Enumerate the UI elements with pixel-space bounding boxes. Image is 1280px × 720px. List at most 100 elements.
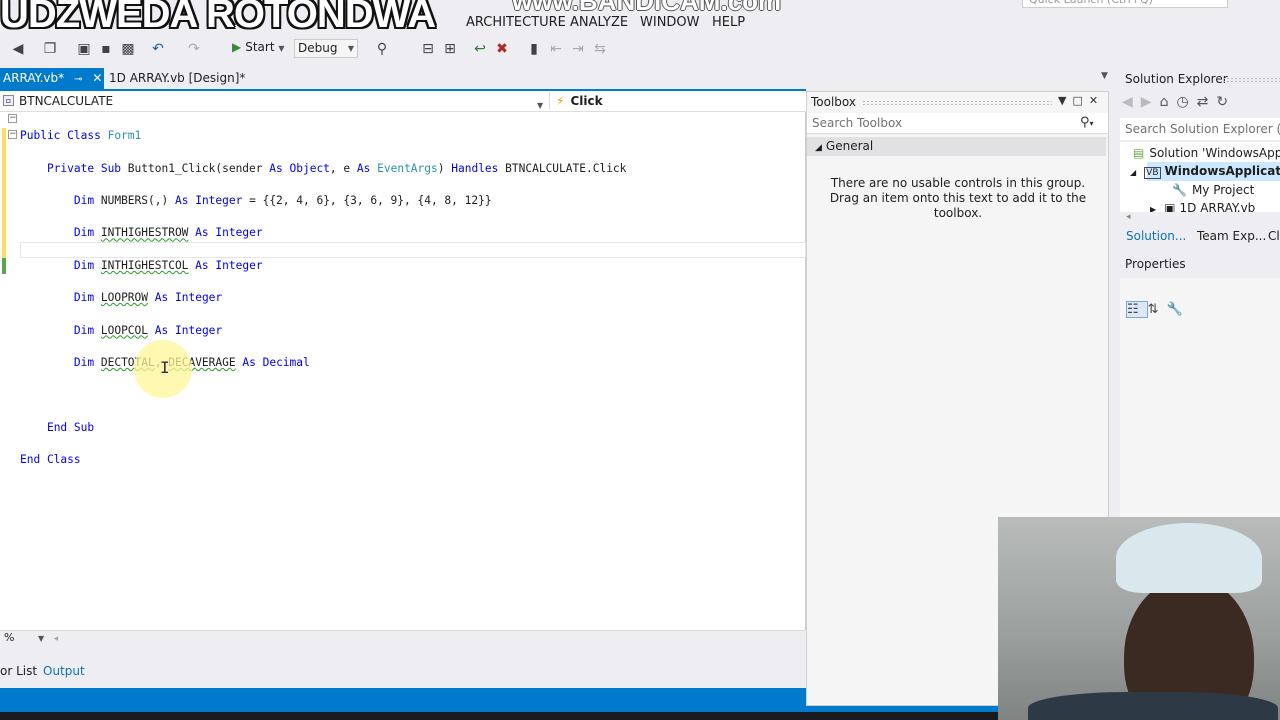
- tab-solution[interactable]: Solution...: [1126, 229, 1186, 243]
- keyword: As: [154, 291, 169, 305]
- keyword: Dim: [73, 193, 95, 207]
- home-icon[interactable]: ⌂: [1160, 94, 1177, 110]
- tab-overflow-icon[interactable]: ▼: [1101, 71, 1108, 81]
- redo-icon[interactable]: ↷: [186, 41, 202, 57]
- menu-analyze[interactable]: ANALYZE: [570, 15, 628, 30]
- tree-item-project[interactable]: ◢ VBWindowsApplicatio: [1130, 164, 1280, 179]
- start-button[interactable]: ▶ Start ▼: [232, 40, 285, 54]
- toolbox-window-controls: ▼□✕: [1058, 94, 1104, 107]
- open-file-icon[interactable]: ▣: [76, 41, 92, 57]
- align-icon[interactable]: ⊟: [420, 41, 436, 57]
- chevron-down-icon: ▼: [37, 634, 45, 643]
- solution-explorer-title: Solution Explorer: [1125, 72, 1228, 86]
- tree-item-form[interactable]: ▶ ▣ 1D ARRAY.vb: [1150, 201, 1255, 212]
- tree-item-solution[interactable]: ▤ Solution 'WindowsAppl: [1133, 146, 1280, 160]
- code-line: Dim INTHIGHESTCOL As Integer: [20, 258, 626, 274]
- bandicam-watermark: www.BANDICAM.com: [512, 0, 782, 16]
- alphabetical-icon[interactable]: ⇅: [1148, 302, 1167, 317]
- keyword: Integer: [175, 323, 223, 337]
- bookmark-icon[interactable]: ▮: [526, 41, 542, 57]
- keyword: Integer: [215, 226, 263, 240]
- toolbox-grip[interactable]: [862, 100, 1052, 105]
- keyword: Integer: [195, 193, 243, 207]
- tab-array-vb[interactable]: ARRAY.vb* ⊸ ✕: [0, 68, 104, 89]
- keyword: As: [242, 355, 256, 369]
- tab-array-design[interactable]: 1D ARRAY.vb [Design]*: [104, 68, 245, 89]
- scroll-left-icon[interactable]: ◂: [1126, 212, 1131, 222]
- back-icon[interactable]: ◀: [10, 41, 26, 57]
- dropdown-icon[interactable]: ▼: [1058, 94, 1072, 107]
- close-icon[interactable]: ✕: [1089, 94, 1104, 107]
- tab-class-view[interactable]: Cl: [1268, 229, 1280, 243]
- keyword: As: [174, 193, 189, 207]
- solution-explorer-search-input[interactable]: Search Solution Explorer (Ctrl: [1120, 118, 1280, 140]
- toolbox-group-general[interactable]: ◢ General: [807, 137, 1106, 156]
- chevron-down-icon: ▼: [347, 44, 354, 53]
- format-icon[interactable]: ⊞: [442, 41, 458, 57]
- scroll-left-icon[interactable]: ◂: [54, 634, 59, 644]
- code-token: ): [437, 161, 445, 175]
- tab-team-explorer[interactable]: Team Exp...: [1197, 229, 1266, 243]
- tab-error-list[interactable]: or List: [0, 664, 37, 678]
- form-icon: ▣: [1164, 201, 1176, 212]
- close-icon[interactable]: ✕: [92, 71, 102, 85]
- presenter-cap: [1116, 523, 1262, 593]
- toolbox-title: Toolbox: [811, 95, 856, 109]
- code-token: = {{2, 4, 6}, {3, 6, 9}, {4, 8, 12}}: [249, 193, 492, 207]
- code-line: Public Class Form1: [20, 128, 626, 144]
- code-text[interactable]: Public Class Form1 Private Sub Button1_C…: [20, 112, 626, 485]
- undo-icon[interactable]: ↶: [150, 41, 166, 57]
- toolbox-search-input[interactable]: Search Toolbox: [807, 113, 1108, 134]
- nav-right-label: Click: [570, 94, 603, 108]
- history-icon[interactable]: ◷: [1176, 94, 1196, 110]
- categorized-icon[interactable]: ☷: [1126, 301, 1148, 318]
- keyword: End Class: [20, 453, 81, 467]
- save-all-icon[interactable]: ▩: [120, 41, 136, 57]
- next-bookmark-icon[interactable]: ⇥: [570, 41, 586, 57]
- collapse-class-icon[interactable]: −: [8, 114, 17, 123]
- method-select[interactable]: ⚡ Click: [549, 92, 804, 110]
- new-project-icon[interactable]: ❐: [42, 41, 58, 57]
- code-line: Dim LOOPCOL As Integer: [20, 323, 626, 339]
- solution-explorer-tabs: Solution... Team Exp... Cl: [1120, 226, 1280, 248]
- wrench-icon: 🔧: [1172, 183, 1187, 197]
- keyword: Public Class: [20, 129, 101, 143]
- keyword: Dim: [73, 226, 95, 240]
- saved-change-marker: [2, 258, 6, 274]
- back-icon[interactable]: ◀: [1122, 94, 1141, 110]
- solution-explorer-grip[interactable]: [1222, 77, 1280, 82]
- tab-label: ARRAY.vb*: [3, 71, 65, 85]
- prev-bookmark-icon[interactable]: ⇤: [548, 41, 564, 57]
- step-icon[interactable]: ↩: [472, 41, 488, 57]
- menu-architecture[interactable]: ARCHITECTURE: [466, 15, 566, 30]
- keyword: Dim: [73, 291, 95, 305]
- unsaved-change-marker: [2, 128, 6, 258]
- class-member-select[interactable]: ▫ BTNCALCULATE ▼: [3, 92, 546, 110]
- search-icon[interactable]: ⚲▾: [1080, 115, 1094, 130]
- keyword: As: [269, 161, 283, 175]
- collapse-sub-icon[interactable]: −: [8, 130, 17, 139]
- find-icon[interactable]: ⚲: [374, 41, 390, 57]
- clear-bookmark-icon[interactable]: ✖: [494, 41, 510, 57]
- keyword: Integer: [175, 291, 223, 305]
- zoom-level-select[interactable]: % ▼ ◂: [4, 631, 58, 644]
- menu-window[interactable]: WINDOW: [640, 15, 700, 30]
- toggle-bookmark-icon[interactable]: ⇆: [592, 41, 608, 57]
- pin-icon[interactable]: ⊸: [74, 74, 82, 85]
- quick-launch-input[interactable]: Quick Launch (Ctrl+Q): [1022, 0, 1228, 8]
- tree-item-my-project[interactable]: 🔧 My Project: [1172, 183, 1254, 197]
- solution-configuration-select[interactable]: Debug ▼: [294, 39, 358, 58]
- start-label: Start: [245, 40, 275, 54]
- maximize-icon[interactable]: □: [1072, 94, 1088, 107]
- menu-help[interactable]: HELP: [712, 15, 745, 30]
- keyword: Decimal: [262, 355, 310, 369]
- tab-output[interactable]: Output: [43, 664, 85, 678]
- save-icon[interactable]: ▪: [98, 41, 114, 57]
- forward-icon[interactable]: ▶: [1141, 94, 1160, 110]
- webcam-overlay: [998, 517, 1280, 720]
- sync-icon[interactable]: ⇄: [1197, 94, 1217, 110]
- code-line: End Class: [20, 452, 626, 468]
- tree-label: My Project: [1191, 183, 1255, 197]
- refresh-icon[interactable]: ↻: [1216, 94, 1236, 110]
- property-pages-icon[interactable]: 🔧: [1167, 302, 1191, 317]
